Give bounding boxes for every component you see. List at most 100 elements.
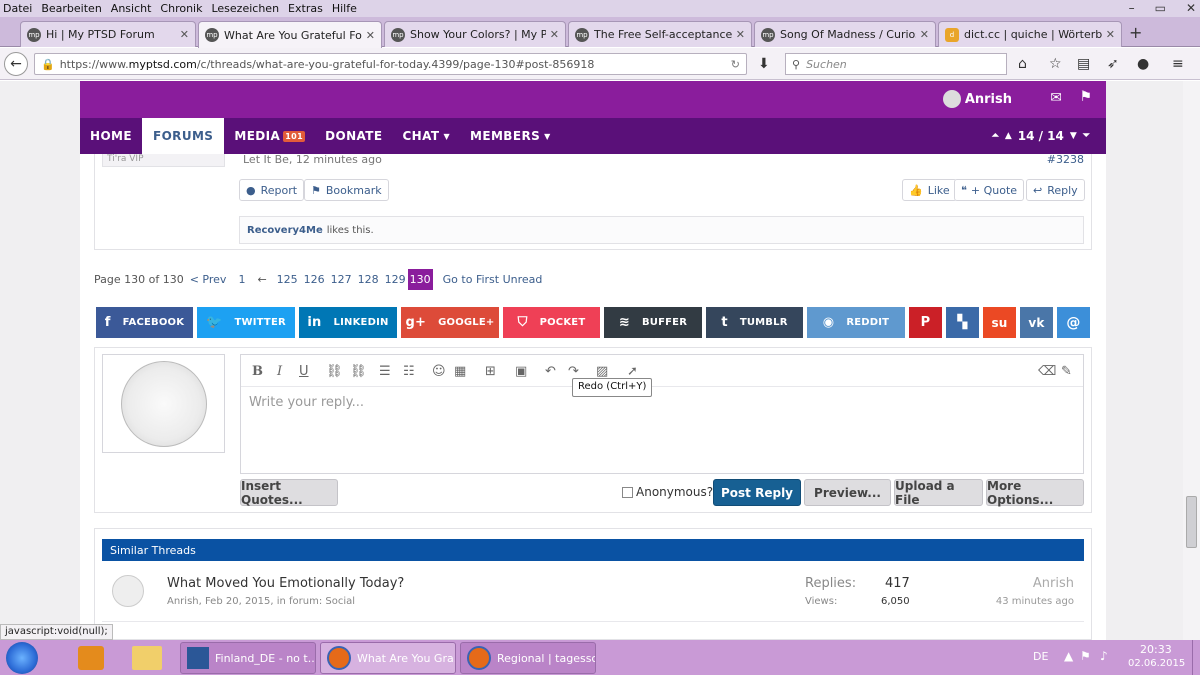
share-stumbleupon-button[interactable]: su (983, 307, 1016, 338)
bookmark-button[interactable]: ⚑ Bookmark (304, 179, 389, 201)
like-button[interactable]: 👍 Like (902, 179, 957, 201)
share-email-button[interactable]: @ (1057, 307, 1090, 338)
bookmark-star-icon[interactable]: ☆ (1049, 56, 1062, 72)
back-button[interactable]: ← (4, 52, 28, 76)
thread-title[interactable]: What Moved You Emotionally Today? (167, 576, 404, 591)
share-buffer-button[interactable]: ≋ BUFFER (604, 307, 702, 338)
menu-hilfe[interactable]: Hilfe (332, 2, 357, 15)
browser-tab[interactable]: mp Hi | My PTSD Forum ✕ (20, 21, 196, 47)
close-tab-icon[interactable]: ✕ (180, 28, 189, 41)
numbered-list-icon[interactable]: ☷ (403, 364, 415, 379)
upload-file-button[interactable]: Upload a File (894, 479, 983, 507)
close-window-icon[interactable]: ✕ (1186, 1, 1196, 15)
insert-quotes-button[interactable]: Insert Quotes... (240, 479, 338, 507)
menu-bearbeiten[interactable]: Bearbeiten (41, 2, 101, 15)
wrench-icon[interactable]: ✎ (1061, 364, 1072, 379)
scrollbar[interactable] (1183, 81, 1200, 640)
share-linkedin-button[interactable]: in LINKEDIN (299, 307, 397, 338)
page-link[interactable]: 125 (277, 273, 298, 286)
close-tab-icon[interactable]: ✕ (550, 28, 559, 41)
avatar[interactable] (112, 575, 144, 607)
menu-datei[interactable]: Datei (3, 2, 32, 15)
share-vk-button[interactable]: vk (1020, 307, 1053, 338)
chat-icon[interactable]: ● (1137, 56, 1149, 72)
browser-tab[interactable]: mp Song Of Madness / Curiosi... ✕ (754, 21, 936, 47)
post-reply-button[interactable]: Post Reply (713, 479, 801, 506)
url-bar[interactable]: 🔒 https://www. myptsd.com/c/threads/what-… (34, 53, 747, 75)
italic-icon[interactable]: I (277, 364, 282, 379)
image-icon[interactable]: ▨ (596, 364, 608, 379)
nav-forums[interactable]: FORUMS (141, 118, 225, 154)
share-reddit-button[interactable]: ◉ REDDIT (807, 307, 905, 338)
first-post-icon[interactable]: ⏶ (992, 131, 999, 141)
undo-icon[interactable]: ↶ (545, 364, 556, 379)
last-poster[interactable]: Anrish (1033, 576, 1074, 591)
close-tab-icon[interactable]: ✕ (736, 28, 745, 41)
media-icon[interactable]: ▦ (454, 364, 466, 379)
maximize-icon[interactable]: ▭ (1155, 1, 1166, 15)
nav-media[interactable]: MEDIA 101 (224, 118, 315, 154)
preview-button[interactable]: Preview... (804, 479, 891, 506)
reload-icon[interactable]: ↻ (731, 58, 740, 71)
share-facebook-button[interactable]: f FACEBOOK (96, 307, 193, 338)
share-pinterest-button[interactable]: P (909, 307, 942, 338)
browser-tab[interactable]: d dict.cc | quiche | Wörterbu... ✕ (938, 21, 1122, 47)
share-delicious-button[interactable]: ▚ (946, 307, 979, 338)
prev-page-link[interactable]: < Prev (190, 273, 227, 286)
search-input[interactable]: ⚲ Suchen (785, 53, 1007, 75)
bold-icon[interactable]: B (252, 364, 263, 379)
close-tab-icon[interactable]: ✕ (920, 28, 929, 41)
report-button[interactable]: ● Report (239, 179, 305, 201)
show-desktop-button[interactable] (1192, 640, 1200, 675)
nav-chat[interactable]: CHAT ▼ (392, 118, 460, 154)
menu-lesezeichen[interactable]: Lesezeichen (211, 2, 279, 15)
liker-link[interactable]: Recovery4Me (247, 225, 323, 236)
scrollbar-thumb[interactable] (1186, 496, 1197, 548)
first-unread-link[interactable]: Go to First Unread (443, 273, 543, 286)
browser-tab-active[interactable]: mp What Are You Grateful For ... ✕ (198, 21, 382, 48)
page-link[interactable]: 127 (331, 273, 352, 286)
reading-list-icon[interactable]: ▤ (1077, 56, 1090, 72)
page-link[interactable]: 129 (385, 273, 406, 286)
close-tab-icon[interactable]: ✕ (1106, 28, 1115, 41)
download-icon[interactable]: ⬇ (758, 56, 770, 72)
insert-icon[interactable]: ⊞ (485, 364, 496, 379)
smiley-icon[interactable]: ☺ (432, 364, 446, 379)
share-twitter-button[interactable]: 🐦 TWITTER (197, 307, 295, 338)
post-number[interactable]: #3238 (1047, 153, 1084, 166)
browser-tab[interactable]: mp The Free Self-acceptance P... ✕ (568, 21, 752, 47)
new-tab-icon[interactable]: + (1129, 23, 1142, 42)
browser-tab[interactable]: mp Show Your Colors? | My PT... ✕ (384, 21, 566, 47)
redo-icon[interactable]: ↷ (568, 364, 579, 379)
bullet-list-icon[interactable]: ☰ (379, 364, 391, 379)
rocket-icon[interactable]: ➚ (627, 364, 638, 379)
send-icon[interactable]: ➶ (1107, 56, 1119, 72)
page-link[interactable]: 128 (358, 273, 379, 286)
link-icon[interactable]: ⛓ (326, 364, 343, 379)
menu-ansicht[interactable]: Ansicht (111, 2, 152, 15)
clock-time[interactable]: 20:33 (1140, 643, 1172, 656)
taskbar-item-word[interactable]: Finland_DE - no t... (180, 642, 316, 674)
minimize-icon[interactable]: – (1129, 1, 1135, 15)
reply-button[interactable]: ↩ Reply (1026, 179, 1085, 201)
menu-extras[interactable]: Extras (288, 2, 323, 15)
more-options-button[interactable]: More Options... (986, 479, 1084, 507)
share-googleplus-button[interactable]: g+ GOOGLE+ (401, 307, 499, 338)
nav-members[interactable]: MEMBERS ▼ (460, 118, 561, 154)
clock-date[interactable]: 02.06.2015 (1128, 658, 1185, 669)
start-button[interactable] (6, 642, 38, 674)
media-player-icon[interactable] (78, 646, 104, 670)
save-draft-icon[interactable]: ▣ (515, 364, 527, 379)
eraser-icon[interactable]: ⌫ (1038, 364, 1056, 379)
last-post-icon[interactable]: ⏷ (1083, 131, 1090, 141)
nav-home[interactable]: HOME (80, 118, 142, 154)
language-indicator[interactable]: DE (1033, 650, 1048, 663)
user-menu[interactable]: Anrish (942, 90, 1012, 108)
page-link[interactable]: 1 (238, 273, 245, 286)
page-link[interactable]: 126 (304, 273, 325, 286)
share-pocket-button[interactable]: ⛉ POCKET (503, 307, 600, 338)
taskbar-item-firefox[interactable]: Regional | tagessc... (460, 642, 596, 674)
share-tumblr-button[interactable]: t TUMBLR (706, 307, 803, 338)
anonymous-checkbox[interactable] (622, 486, 633, 498)
reply-textarea[interactable]: Write your reply... (249, 395, 364, 410)
